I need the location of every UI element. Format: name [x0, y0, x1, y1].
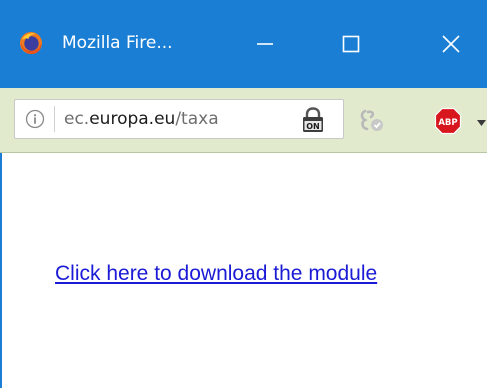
firefox-logo-icon: [20, 32, 42, 54]
close-icon: [442, 35, 460, 53]
download-module-link[interactable]: Click here to download the module: [55, 260, 377, 288]
lock-badge-text: ON: [306, 122, 320, 131]
close-button[interactable]: [420, 22, 482, 66]
url-text[interactable]: ec.europa.eu/taxa: [64, 107, 289, 131]
url-fade: [271, 104, 293, 134]
window-edge: [0, 153, 2, 388]
shield-extension-icon[interactable]: [358, 108, 386, 134]
maximize-button[interactable]: [320, 22, 382, 66]
page-content: Click here to download the module: [0, 153, 487, 388]
adblock-plus-icon[interactable]: ABP: [434, 107, 462, 135]
url-divider: [54, 106, 55, 132]
adblock-label: ABP: [438, 118, 457, 128]
url-prefix: ec.: [64, 109, 90, 129]
minimize-icon: [257, 43, 273, 45]
maximize-icon: [342, 35, 360, 53]
lock-on-icon[interactable]: ON: [299, 106, 327, 134]
url-suffix: /taxa: [175, 109, 219, 129]
chevron-down-icon[interactable]: [476, 119, 487, 127]
title-bar[interactable]: Mozilla Fire...: [0, 0, 487, 88]
window-title: Mozilla Fire...: [62, 33, 173, 53]
info-icon[interactable]: [25, 109, 45, 129]
url-domain: europa.eu: [89, 109, 176, 129]
navigation-toolbar: ec.europa.eu/taxa ON ABP: [0, 88, 487, 153]
url-bar[interactable]: ec.europa.eu/taxa ON: [14, 99, 344, 139]
browser-window: Mozilla Fire... ec.europa.eu/taxa ON ABP…: [0, 0, 487, 388]
minimize-button[interactable]: [234, 22, 296, 66]
